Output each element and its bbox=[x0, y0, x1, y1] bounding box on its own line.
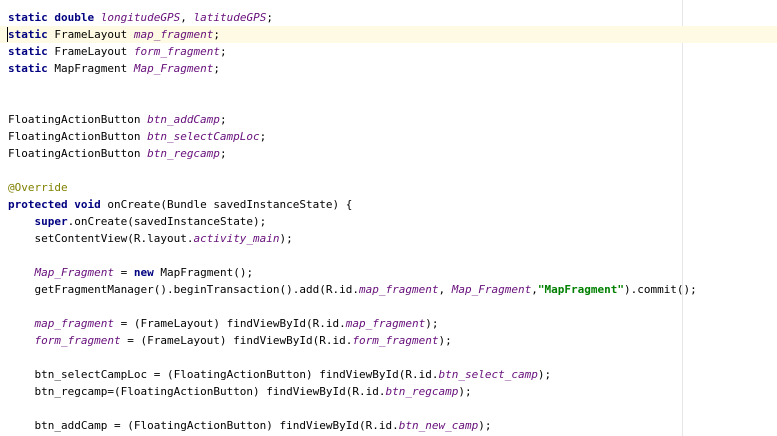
field-name: Map_Fragment bbox=[133, 62, 214, 75]
field-name: btn_new_camp bbox=[398, 419, 479, 432]
field-name: form_fragment bbox=[352, 334, 439, 347]
code-line-25[interactable]: btn_addCamp = (FloatingActionButton) fin… bbox=[0, 417, 777, 434]
field-name: Map_Fragment bbox=[451, 283, 532, 296]
code-line-11[interactable]: @Override bbox=[0, 179, 777, 196]
code-text: btn_addCamp bbox=[34, 419, 108, 432]
keyword: static bbox=[8, 62, 48, 75]
type-name: FrameLayout bbox=[47, 45, 134, 58]
keyword: double bbox=[54, 11, 95, 24]
type-name: MapFragment bbox=[47, 62, 134, 75]
code-line-23[interactable]: btn_regcamp=(FloatingActionButton) findV… bbox=[0, 383, 777, 400]
field-name: btn_select_camp bbox=[438, 368, 538, 381]
code-text: = (FloatingActionButton) findViewById(R.… bbox=[147, 368, 439, 381]
punctuation: ; bbox=[259, 130, 267, 143]
field-name: map_fragment bbox=[133, 28, 214, 41]
field-name: latitudeGPS bbox=[193, 11, 267, 24]
string-literal: "MapFragment" bbox=[537, 283, 624, 296]
code-text: ).commit(); bbox=[623, 283, 697, 296]
method-signature: onCreate(Bundle savedInstanceState) { bbox=[100, 198, 353, 211]
field-name: btn_regcamp bbox=[147, 147, 220, 160]
code-text: , bbox=[531, 283, 538, 296]
field-name: map_fragment bbox=[345, 317, 426, 330]
code-text: ); bbox=[438, 334, 452, 347]
punctuation: ; bbox=[266, 11, 273, 24]
code-line-14[interactable]: setContentView(R.layout.activity_main); bbox=[0, 230, 777, 247]
code-text: = (FrameLayout) findViewById(R.id. bbox=[113, 317, 346, 330]
code-text: btn_regcamp bbox=[34, 385, 108, 398]
code-line-13[interactable]: super.onCreate(savedInstanceState); bbox=[0, 213, 777, 230]
type-name: FrameLayout bbox=[47, 28, 134, 41]
code-text: ); bbox=[425, 317, 439, 330]
keyword: void bbox=[74, 198, 101, 211]
punctuation: ; bbox=[219, 147, 227, 160]
keyword: static bbox=[8, 45, 48, 58]
code-editor[interactable]: static double longitudeGPS, latitudeGPS;… bbox=[0, 0, 777, 436]
text-caret bbox=[7, 27, 8, 42]
keyword: static bbox=[8, 11, 48, 24]
code-line-12[interactable]: protected void onCreate(Bundle savedInst… bbox=[0, 196, 777, 213]
code-text: getFragmentManager().beginTransaction().… bbox=[34, 283, 360, 296]
code-line-20[interactable]: form_fragment = (FrameLayout) findViewBy… bbox=[0, 332, 777, 349]
keyword: super bbox=[34, 215, 68, 228]
code-text: =(FloatingActionButton) findViewById(R.i… bbox=[107, 385, 386, 398]
punctuation: ; bbox=[219, 45, 227, 58]
punctuation: ; bbox=[219, 113, 227, 126]
code-text: setContentView(R.layout. bbox=[34, 232, 194, 245]
punctuation: ; bbox=[213, 62, 220, 75]
code-text: = (FrameLayout) findViewById(R.id. bbox=[120, 334, 353, 347]
code-line-19[interactable]: map_fragment = (FrameLayout) findViewByI… bbox=[0, 315, 777, 332]
field-name: btn_addCamp bbox=[147, 113, 220, 126]
code-text: = bbox=[113, 266, 134, 279]
field-name: btn_selectCampLoc bbox=[147, 130, 260, 143]
code-text: ); bbox=[537, 368, 552, 381]
code-text: .onCreate(savedInstanceState); bbox=[67, 215, 267, 228]
code-line-4[interactable]: static MapFragment Map_Fragment; bbox=[0, 60, 777, 77]
code-text: ); bbox=[458, 385, 472, 398]
code-text: ); bbox=[279, 232, 293, 245]
code-text: ); bbox=[478, 419, 492, 432]
keyword: static bbox=[8, 28, 48, 41]
field-name: form_fragment bbox=[34, 334, 121, 347]
punctuation: , bbox=[180, 11, 194, 24]
code-text: btn_selectCampLoc bbox=[34, 368, 148, 381]
code-line-3[interactable]: static FrameLayout form_fragment; bbox=[0, 43, 777, 60]
field-name: map_fragment bbox=[359, 283, 439, 296]
type-name: FloatingActionButton bbox=[8, 113, 148, 126]
code-line-1[interactable]: static double longitudeGPS, latitudeGPS; bbox=[0, 9, 777, 26]
code-line-8[interactable]: FloatingActionButton btn_selectCampLoc; bbox=[0, 128, 777, 145]
code-line-17[interactable]: getFragmentManager().beginTransaction().… bbox=[0, 281, 777, 298]
field-name: Map_Fragment bbox=[34, 266, 114, 279]
punctuation: ; bbox=[213, 28, 220, 41]
type-name: FloatingActionButton bbox=[8, 147, 148, 160]
keyword: protected bbox=[8, 198, 68, 211]
keyword: new bbox=[133, 266, 154, 279]
type-name: FloatingActionButton bbox=[8, 130, 148, 143]
code-line-9[interactable]: FloatingActionButton btn_regcamp; bbox=[0, 145, 777, 162]
code-text: MapFragment(); bbox=[153, 266, 254, 279]
field-name: form_fragment bbox=[133, 45, 220, 58]
code-text: = (FloatingActionButton) findViewById(R.… bbox=[107, 419, 399, 432]
field-name: btn_regcamp bbox=[385, 385, 459, 398]
code-text: , bbox=[438, 283, 452, 296]
field-name: longitudeGPS bbox=[100, 11, 181, 24]
annotation: @Override bbox=[8, 181, 68, 194]
field-name: activity_main bbox=[193, 232, 280, 245]
code-line-22[interactable]: btn_selectCampLoc = (FloatingActionButto… bbox=[0, 366, 777, 383]
field-name: map_fragment bbox=[34, 317, 114, 330]
code-line-7[interactable]: FloatingActionButton btn_addCamp; bbox=[0, 111, 777, 128]
code-line-2-current[interactable]: static FrameLayout map_fragment; bbox=[0, 26, 777, 43]
code-line-16[interactable]: Map_Fragment = new MapFragment(); bbox=[0, 264, 777, 281]
